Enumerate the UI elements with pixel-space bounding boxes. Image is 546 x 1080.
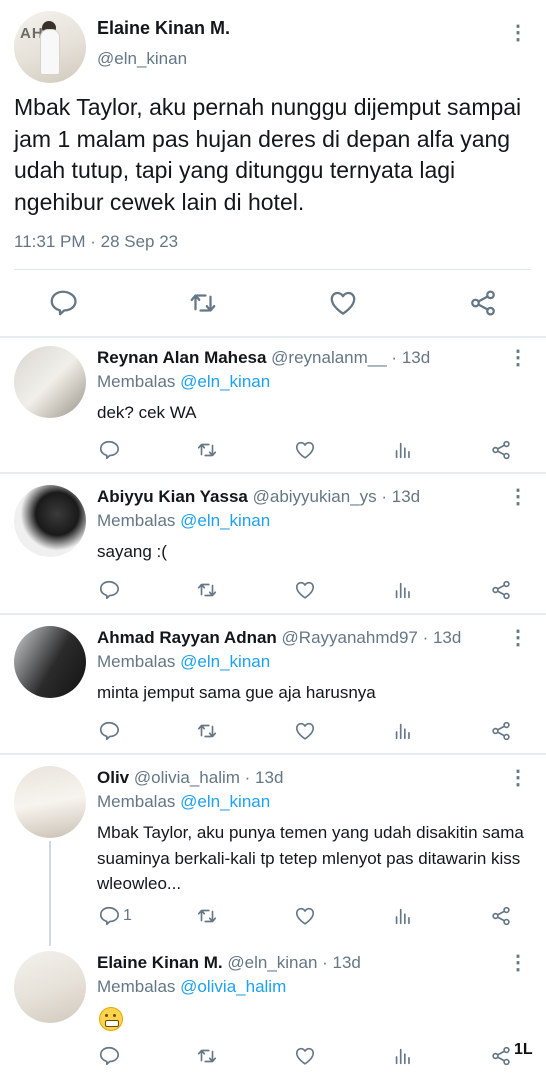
replying-to-link[interactable]: @olivia_halim <box>180 977 286 996</box>
reply-icon[interactable] <box>98 720 120 742</box>
replying-prefix: Membalas <box>97 792 176 811</box>
analytics-icon[interactable] <box>392 579 414 601</box>
replying-prefix: Membalas <box>97 511 176 530</box>
analytics-icon[interactable] <box>392 439 414 461</box>
replying-to-link[interactable]: @eln_kinan <box>180 792 270 811</box>
main-author-name[interactable]: Elaine Kinan M. <box>97 18 230 39</box>
avatar[interactable] <box>14 951 86 1023</box>
reply-icon[interactable] <box>98 579 120 601</box>
like-icon[interactable] <box>328 288 358 318</box>
author-meta: @eln_kinan · 13d <box>227 953 361 972</box>
more-options-icon[interactable]: ⋮ <box>508 347 528 369</box>
author-name[interactable]: Elaine Kinan M. <box>97 953 223 972</box>
main-tweet-timestamp[interactable]: 11:31 PM · 28 Sep 23 <box>14 232 178 252</box>
reply-header: Reynan Alan Mahesa @reynalanm__ · 13d <box>97 348 430 368</box>
reply-icon[interactable] <box>98 439 120 461</box>
retweet-icon[interactable] <box>196 905 218 927</box>
author-name[interactable]: Abiyyu Kian Yassa <box>97 487 248 506</box>
thread-line <box>49 841 51 946</box>
main-author-handle[interactable]: @eln_kinan <box>97 49 187 69</box>
author-meta: @abiyyukian_ys · 13d <box>252 487 421 506</box>
author-name[interactable]: Oliv <box>97 768 129 787</box>
reply-header: Abiyyu Kian Yassa @abiyyukian_ys · 13d <box>97 487 420 507</box>
replying-to-link[interactable]: @eln_kinan <box>180 372 270 391</box>
reply-count: 1 <box>123 907 132 924</box>
more-options-icon[interactable]: ⋮ <box>508 486 528 508</box>
share-icon[interactable] <box>490 905 512 927</box>
like-icon[interactable] <box>294 439 316 461</box>
author-meta: @Rayyanahmd97 · 13d <box>281 628 462 647</box>
replying-to-link[interactable]: @eln_kinan <box>180 511 270 530</box>
more-options-icon[interactable]: ⋮ <box>508 767 528 789</box>
like-icon[interactable] <box>294 905 316 927</box>
share-icon[interactable] <box>490 1045 512 1067</box>
reply-item[interactable]: Ahmad Rayyan Adnan @Rayyanahmd97 · 13d ⋮… <box>0 615 546 753</box>
replying-prefix: Membalas <box>97 977 176 996</box>
replying-to: Membalas @eln_kinan <box>97 372 270 392</box>
author-name[interactable]: Reynan Alan Mahesa <box>97 348 266 367</box>
retweet-icon[interactable] <box>196 439 218 461</box>
reply-item[interactable]: Oliv @olivia_halim · 13d ⋮ Membalas @eln… <box>0 755 546 946</box>
share-icon[interactable] <box>490 579 512 601</box>
reply-icon[interactable] <box>98 905 120 927</box>
reply-text: Mbak Taylor, aku punya temen yang udah d… <box>97 823 524 893</box>
more-options-icon[interactable]: ⋮ <box>508 627 528 649</box>
reply-header: Elaine Kinan M. @eln_kinan · 13d <box>97 953 361 973</box>
replying-prefix: Membalas <box>97 372 176 391</box>
like-icon[interactable] <box>294 579 316 601</box>
replying-to: Membalas @eln_kinan <box>97 792 270 812</box>
more-options-icon[interactable]: ⋮ <box>508 952 528 974</box>
avatar[interactable] <box>14 766 86 838</box>
like-icon[interactable] <box>294 1045 316 1067</box>
share-icon[interactable] <box>468 288 498 318</box>
share-icon[interactable] <box>490 439 512 461</box>
more-options-icon[interactable]: ⋮ <box>508 22 528 44</box>
share-icon[interactable] <box>490 720 512 742</box>
retweet-icon[interactable] <box>196 1045 218 1067</box>
replying-to: Membalas @olivia_halim <box>97 977 286 997</box>
reply-text: sayang :( <box>97 542 167 561</box>
avatar[interactable] <box>14 626 86 698</box>
reply-item[interactable]: Abiyyu Kian Yassa @abiyyukian_ys · 13d ⋮… <box>0 474 546 613</box>
analytics-icon[interactable] <box>392 905 414 927</box>
like-icon[interactable] <box>294 720 316 742</box>
avatar[interactable] <box>14 346 86 418</box>
replying-to: Membalas @eln_kinan <box>97 511 270 531</box>
watermark: 1L <box>514 1041 533 1058</box>
analytics-icon[interactable] <box>392 1045 414 1067</box>
analytics-icon[interactable] <box>392 720 414 742</box>
grimacing-face-emoji <box>99 1007 123 1031</box>
reply-header: Ahmad Rayyan Adnan @Rayyanahmd97 · 13d <box>97 628 461 648</box>
divider <box>14 269 531 270</box>
replying-prefix: Membalas <box>97 652 176 671</box>
reply-icon[interactable] <box>98 1045 120 1067</box>
author-meta: @olivia_halim · 13d <box>133 768 284 787</box>
author-name[interactable]: Ahmad Rayyan Adnan <box>97 628 277 647</box>
retweet-icon[interactable] <box>196 579 218 601</box>
retweet-icon[interactable] <box>196 720 218 742</box>
main-tweet: AHZ Elaine Kinan M. @eln_kinan ⋮ Mbak Ta… <box>0 0 546 337</box>
reply-item[interactable]: Elaine Kinan M. @eln_kinan · 13d ⋮ Memba… <box>0 940 546 1080</box>
replying-to: Membalas @eln_kinan <box>97 652 270 672</box>
main-tweet-text: Mbak Taylor, aku pernah nunggu dijemput … <box>14 94 522 215</box>
reply-text: minta jemput sama gue aja harusnya <box>97 683 376 702</box>
replying-to-link[interactable]: @eln_kinan <box>180 652 270 671</box>
retweet-icon[interactable] <box>188 288 218 318</box>
main-avatar[interactable]: AHZ <box>14 11 86 83</box>
reply-item[interactable]: Reynan Alan Mahesa @reynalanm__ · 13d ⋮ … <box>0 338 546 472</box>
reply-icon[interactable] <box>48 288 78 318</box>
reply-header: Oliv @olivia_halim · 13d <box>97 768 283 788</box>
avatar[interactable] <box>14 485 86 557</box>
reply-text: dek? cek WA <box>97 403 197 422</box>
author-meta: @reynalanm__ · 13d <box>271 348 431 367</box>
